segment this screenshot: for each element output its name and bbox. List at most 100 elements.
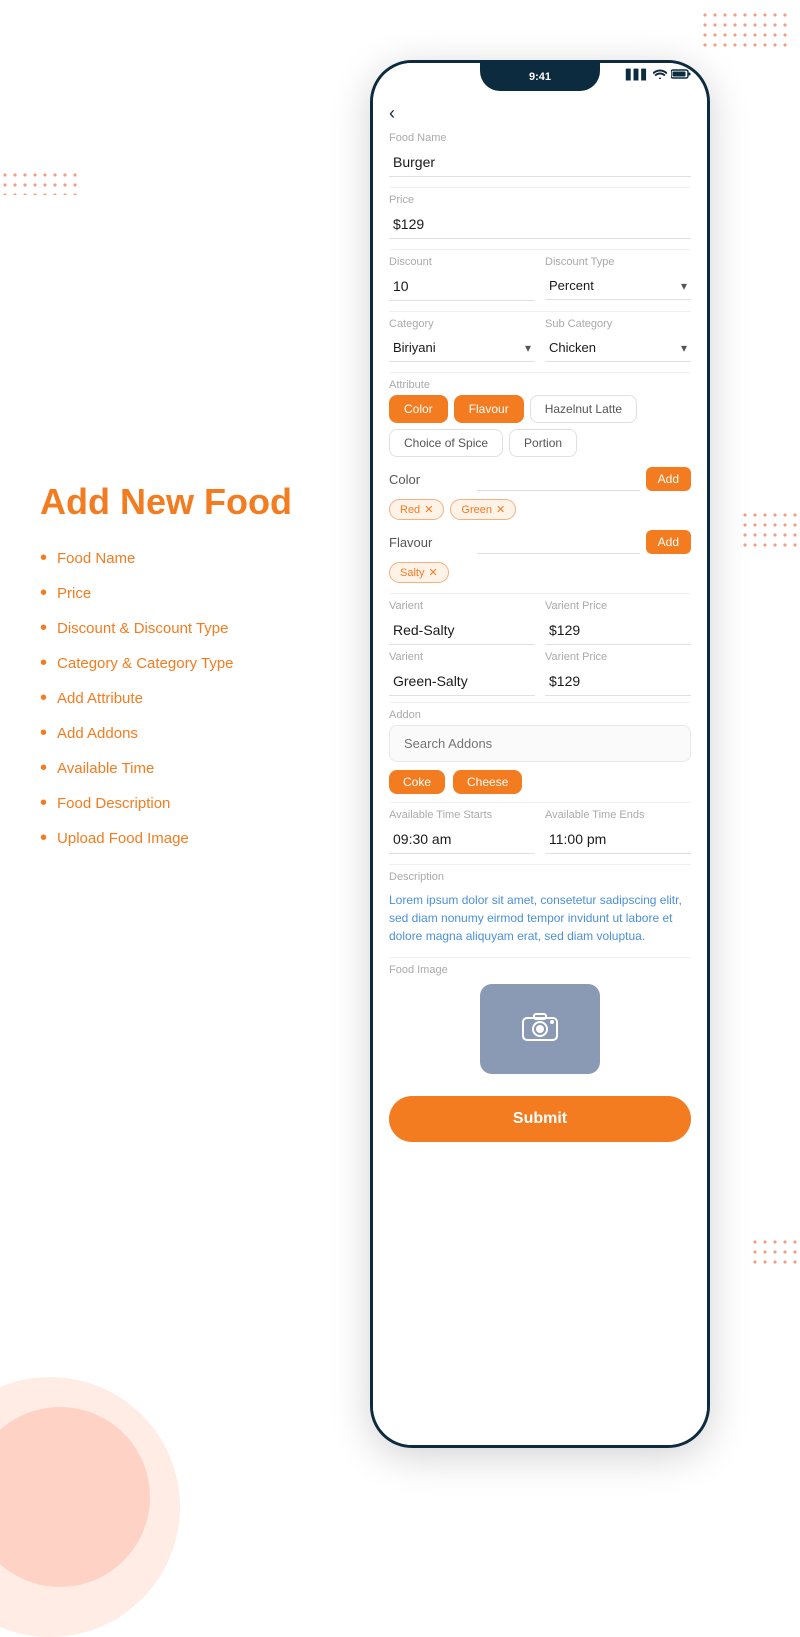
- list-item-food-name: Food Name: [40, 547, 350, 570]
- dots-decoration-ml: [0, 170, 80, 195]
- food-image-upload[interactable]: [480, 984, 600, 1074]
- divider-1: [389, 187, 691, 188]
- color-attr-row: Color Add Red ✕ Green ✕: [389, 467, 691, 524]
- list-item-description: Food Description: [40, 792, 350, 815]
- addon-section: Addon Coke Cheese: [373, 709, 707, 794]
- time-section: Available Time Starts Available Time End…: [373, 809, 707, 854]
- sub-category-select[interactable]: Chicken Beef Veg: [545, 334, 691, 362]
- attr-tab-color[interactable]: Color: [389, 395, 448, 423]
- wifi-icon: [653, 69, 667, 82]
- variant-price-input-1[interactable]: [545, 616, 691, 645]
- category-select[interactable]: Biriyani Pizza Burger: [389, 334, 535, 362]
- flavour-attr-name: Flavour: [389, 535, 477, 550]
- phone-wrapper: 9:41 ▋▋▋: [370, 60, 710, 1448]
- status-time: 9:41: [529, 71, 551, 83]
- time-ends-col: Available Time Ends: [545, 809, 691, 854]
- flavour-tag-salty-remove[interactable]: ✕: [428, 566, 437, 579]
- dots-decoration-tr: [700, 10, 790, 50]
- variant-price-label-1: Varient Price: [545, 600, 691, 612]
- discount-type-col: Discount Type Percent Fixed: [545, 256, 691, 301]
- flavour-attr-row: Flavour Add Salty ✕: [389, 530, 691, 587]
- food-name-label: Food Name: [389, 132, 691, 144]
- variant-col-1: Varient: [389, 600, 535, 645]
- camera-icon: [522, 1011, 558, 1048]
- submit-section: Submit: [373, 1086, 707, 1162]
- divider-7: [389, 802, 691, 803]
- discount-col: Discount: [389, 256, 535, 301]
- list-item-image: Upload Food Image: [40, 827, 350, 850]
- panel-list: Food Name Price Discount & Discount Type…: [40, 547, 350, 850]
- phone-content: ‹ Food Name Price Discount D: [373, 95, 707, 1445]
- sub-category-wrapper: Chicken Beef Veg: [545, 334, 691, 362]
- discount-label: Discount: [389, 256, 535, 268]
- status-icons: ▋▋▋: [626, 69, 691, 82]
- time-ends-input[interactable]: [545, 825, 691, 854]
- list-item-time: Available Time: [40, 757, 350, 780]
- dots-decoration-br: [750, 1237, 800, 1267]
- food-image-section: Food Image: [373, 964, 707, 1074]
- back-button[interactable]: ‹: [389, 103, 395, 124]
- variant-input-1[interactable]: [389, 616, 535, 645]
- time-starts-input[interactable]: [389, 825, 535, 854]
- list-item-category: Category & Category Type: [40, 652, 350, 675]
- color-tag-red-remove[interactable]: ✕: [424, 503, 433, 516]
- left-info-panel: Add New Food Food Name Price Discount & …: [40, 480, 350, 862]
- variant-label-1: Varient: [389, 600, 535, 612]
- description-section: Description Lorem ipsum dolor sit amet, …: [373, 871, 707, 949]
- time-starts-label: Available Time Starts: [389, 809, 535, 821]
- category-label: Category: [389, 318, 535, 330]
- flavour-tags: Salty ✕: [389, 558, 691, 587]
- flavour-add-button[interactable]: Add: [646, 530, 691, 554]
- divider-2: [389, 249, 691, 250]
- list-item-price: Price: [40, 582, 350, 605]
- category-row: Category Biriyani Pizza Burger Sub Categ…: [373, 318, 707, 362]
- attribute-label: Attribute: [389, 379, 691, 391]
- divider-8: [389, 864, 691, 865]
- notch-cutout: 9:41: [480, 63, 600, 91]
- phone-frame: 9:41 ▋▋▋: [370, 60, 710, 1448]
- attr-tab-flavour[interactable]: Flavour: [454, 395, 524, 423]
- variant-input-2[interactable]: [389, 667, 535, 696]
- color-tag-red: Red ✕: [389, 499, 444, 520]
- food-name-input[interactable]: [389, 148, 691, 177]
- price-section: Price: [373, 194, 707, 239]
- variant-price-col-1: Varient Price: [545, 600, 691, 645]
- color-attr-header: Color Add: [389, 467, 691, 491]
- color-add-button[interactable]: Add: [646, 467, 691, 491]
- price-input[interactable]: [389, 210, 691, 239]
- sub-category-label: Sub Category: [545, 318, 691, 330]
- attribute-section: Attribute Color Flavour Hazelnut Latte C…: [373, 379, 707, 587]
- time-starts-col: Available Time Starts: [389, 809, 535, 854]
- color-attr-input[interactable]: [477, 468, 640, 491]
- food-image-label: Food Image: [389, 964, 691, 976]
- color-tag-green-remove[interactable]: ✕: [496, 503, 505, 516]
- submit-button[interactable]: Submit: [389, 1096, 691, 1142]
- addon-search-input[interactable]: [389, 725, 691, 762]
- variant-price-input-2[interactable]: [545, 667, 691, 696]
- color-tag-green: Green ✕: [450, 499, 516, 520]
- variant-row-2: Varient Varient Price: [389, 651, 691, 696]
- discount-type-select[interactable]: Percent Fixed: [545, 272, 691, 300]
- divider-4: [389, 372, 691, 373]
- flavour-attr-input[interactable]: [477, 531, 640, 554]
- discount-row: Discount Discount Type Percent Fixed: [373, 256, 707, 301]
- addon-tag-coke: Coke: [389, 770, 445, 794]
- color-attr-name: Color: [389, 472, 477, 487]
- addon-tag-cheese: Cheese: [453, 770, 522, 794]
- attr-tab-portion[interactable]: Portion: [509, 429, 577, 457]
- dots-decoration-mr: [740, 510, 800, 550]
- variant-row-1: Varient Varient Price: [389, 600, 691, 645]
- variant-price-col-2: Varient Price: [545, 651, 691, 696]
- phone-notch: 9:41 ▋▋▋: [373, 63, 707, 95]
- divider-9: [389, 957, 691, 958]
- addon-tags: Coke Cheese: [389, 770, 691, 794]
- color-tags: Red ✕ Green ✕: [389, 495, 691, 524]
- discount-type-label: Discount Type: [545, 256, 691, 268]
- discount-input[interactable]: [389, 272, 535, 301]
- category-wrapper: Biriyani Pizza Burger: [389, 334, 535, 362]
- attr-tab-hazelnut[interactable]: Hazelnut Latte: [530, 395, 637, 423]
- divider-6: [389, 702, 691, 703]
- phone-header: ‹: [373, 95, 707, 132]
- description-label: Description: [389, 871, 691, 883]
- attr-tab-choice[interactable]: Choice of Spice: [389, 429, 503, 457]
